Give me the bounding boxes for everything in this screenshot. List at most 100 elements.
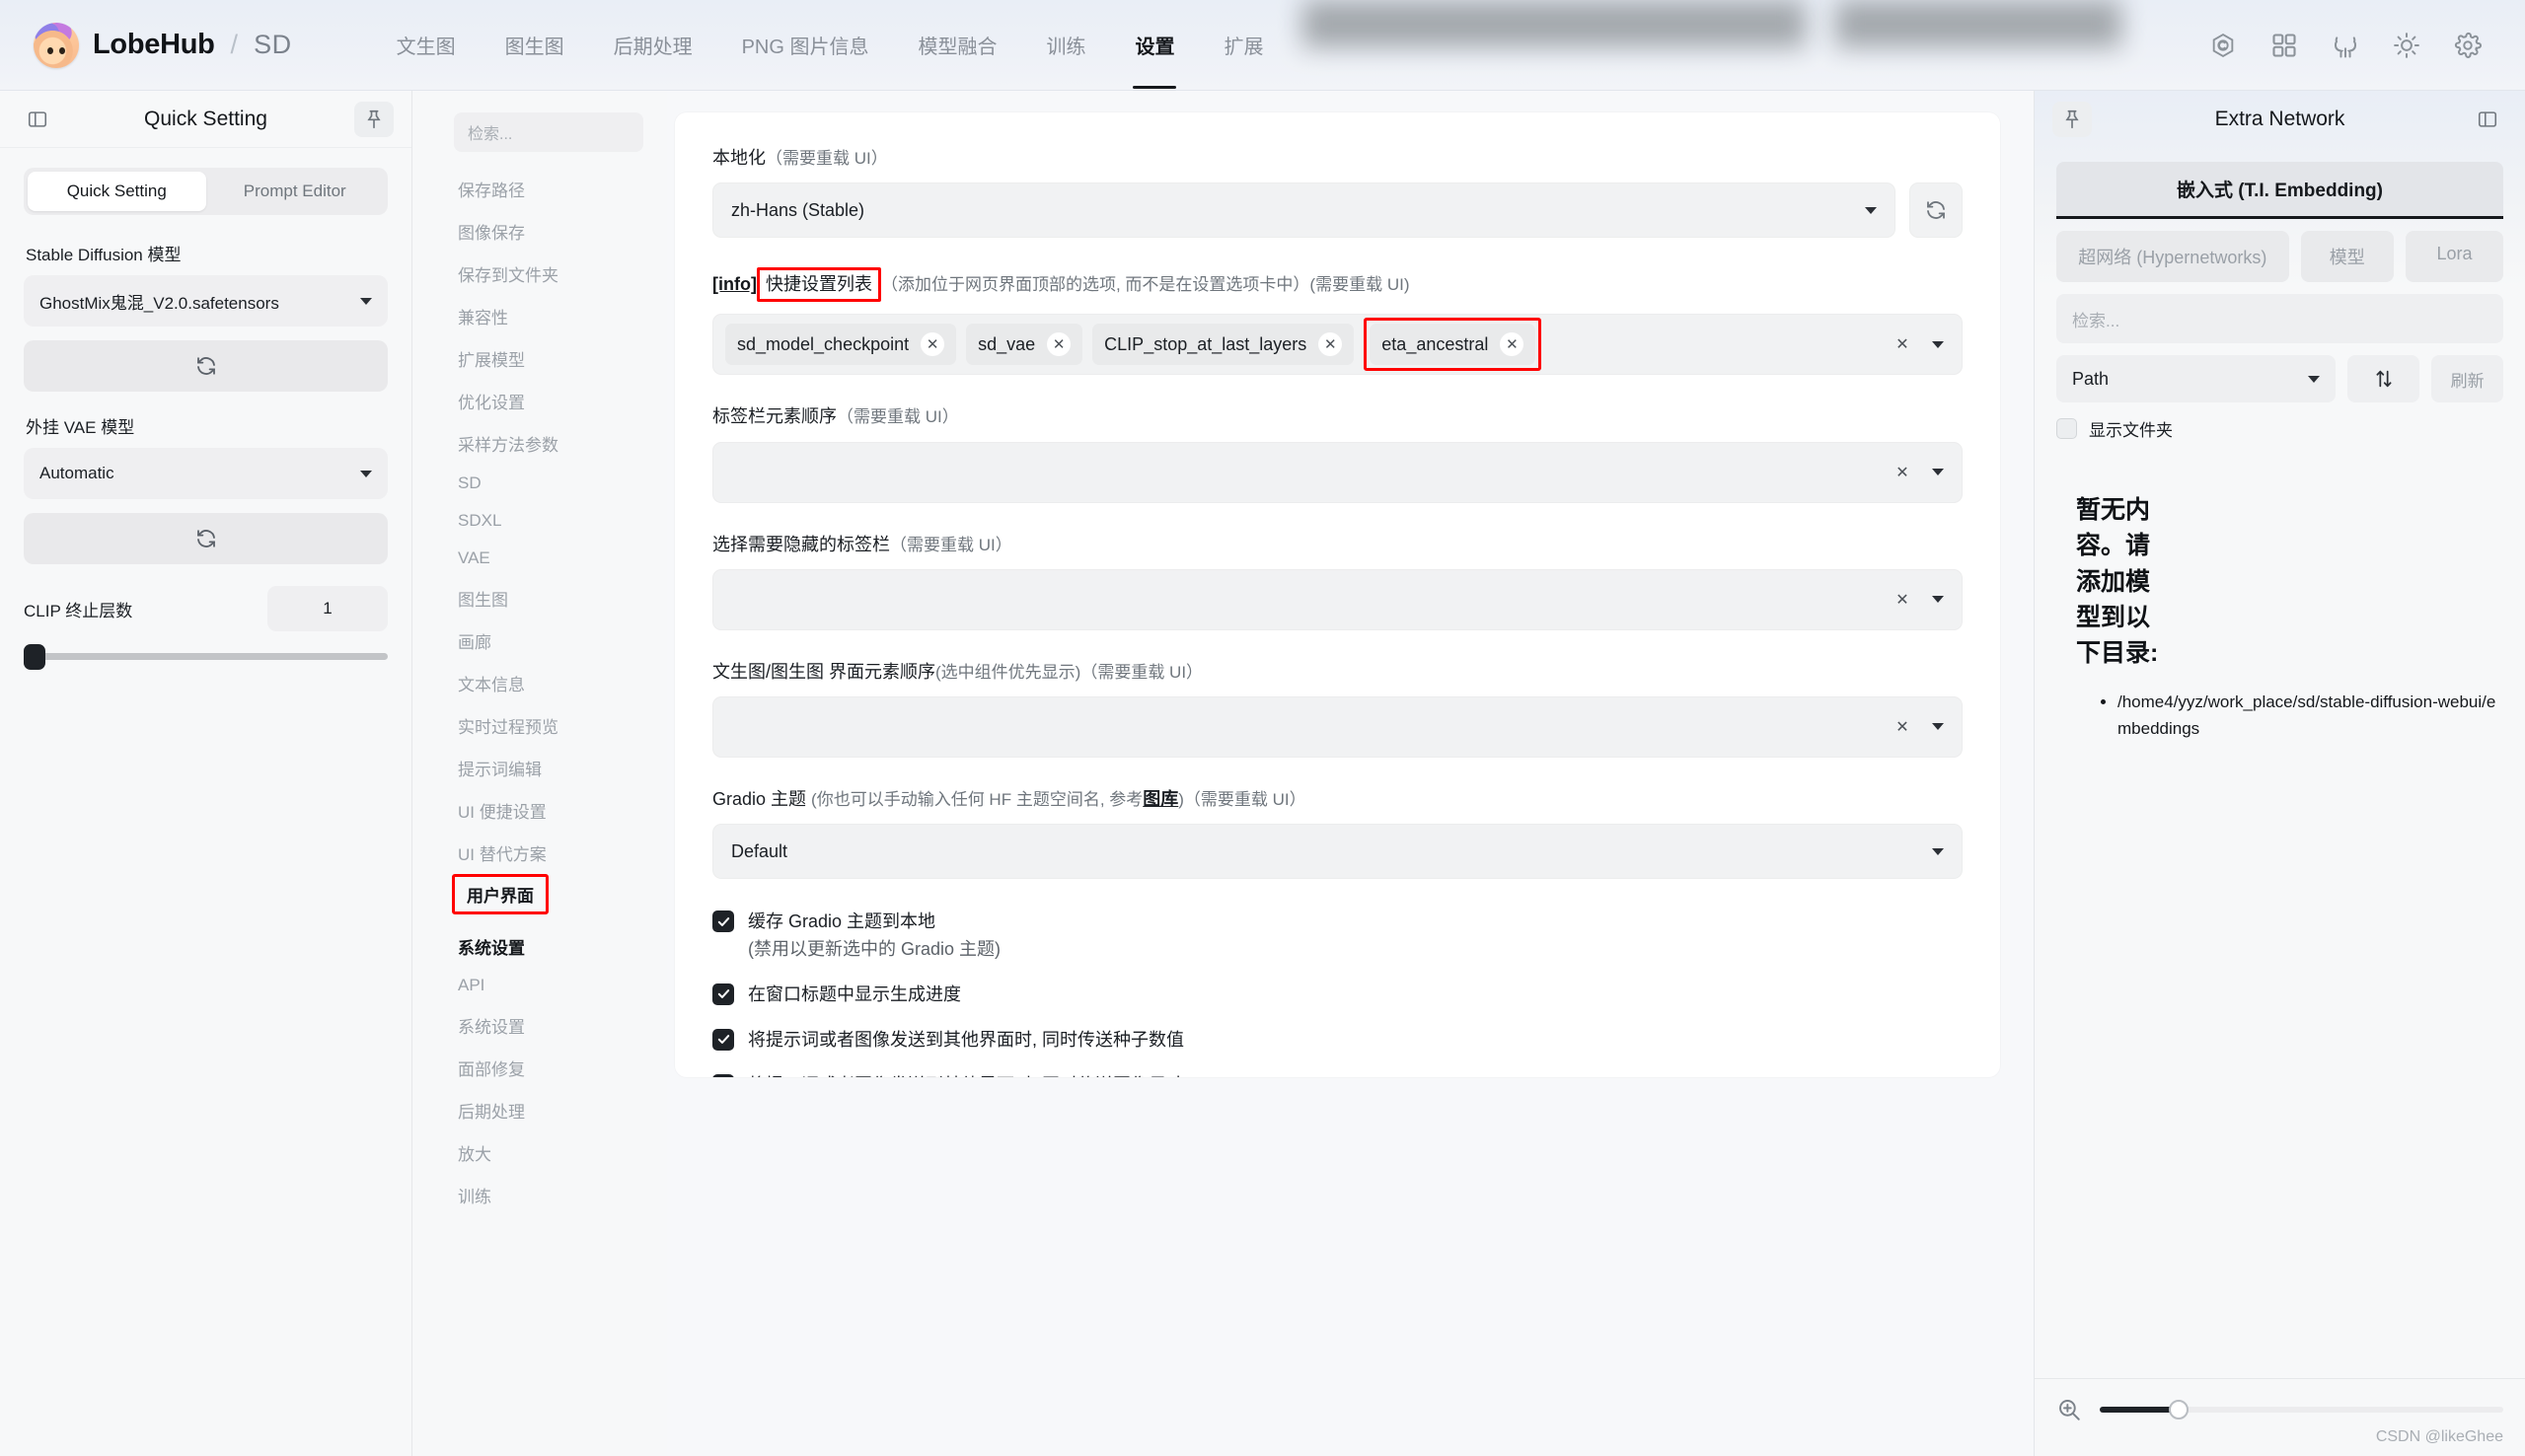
tab-order-select[interactable]: ✕ (712, 441, 1963, 503)
settings-nav-item-ui-alternatives[interactable]: UI 替代方案 (412, 832, 667, 874)
panel-toggle-icon[interactable] (18, 102, 57, 137)
quick-settings-tag-field[interactable]: sd_model_checkpoint ✕ sd_vae ✕ CLIP_stop… (712, 314, 1963, 376)
extra-network-tab-hypernetworks[interactable]: 超网络 (Hypernetworks) (2056, 231, 2289, 282)
localization-refresh-button[interactable] (1909, 182, 1963, 239)
github-icon[interactable] (2332, 32, 2359, 59)
tag-sd-vae[interactable]: sd_vae ✕ (966, 324, 1083, 366)
zoom-slider[interactable] (2100, 1400, 2503, 1420)
zoom-slider-thumb[interactable] (2168, 1400, 2189, 1420)
checkbox-checked-icon[interactable] (712, 983, 734, 1005)
settings-nav-item-upscaling[interactable]: 放大 (412, 1131, 667, 1174)
civitai-icon[interactable] (2209, 32, 2237, 59)
settings-nav-item-api[interactable]: API (412, 967, 667, 1004)
settings-nav-item-vae[interactable]: VAE (412, 540, 667, 577)
brand-name: LobeHub (93, 29, 215, 60)
checkbox-checked-icon[interactable] (712, 1028, 734, 1051)
checkbox-checked-icon[interactable] (712, 1073, 734, 1077)
tag-label: eta_ancestral (1381, 333, 1489, 354)
settings-nav-item-sampler-params[interactable]: 采样方法参数 (412, 422, 667, 465)
extra-network-sort-select[interactable]: Path (2056, 355, 2337, 402)
settings-nav-item-face-restoration[interactable]: 面部修复 (412, 1047, 667, 1089)
chevron-down-icon[interactable] (1932, 469, 1944, 476)
extra-network-tab-lora[interactable]: Lora (2405, 231, 2503, 282)
settings-nav-item-user-interface[interactable]: 用户界面 (452, 874, 549, 914)
show-folders-checkbox[interactable] (2056, 418, 2077, 439)
gear-icon[interactable] (2454, 32, 2482, 59)
settings-nav-item-live-preview[interactable]: 实时过程预览 (412, 704, 667, 747)
zoom-in-icon[interactable] (2056, 1397, 2082, 1422)
remove-tag-icon[interactable]: ✕ (921, 332, 945, 357)
pin-icon[interactable] (354, 101, 394, 137)
gradio-theme-select[interactable]: Default (712, 824, 1963, 880)
pin-icon[interactable] (2052, 102, 2092, 137)
clip-skip-slider[interactable] (24, 644, 388, 670)
clear-all-icon[interactable]: ✕ (1891, 332, 1914, 356)
clip-skip-slider-thumb[interactable] (24, 644, 45, 670)
settings-nav-item-compatibility[interactable]: 兼容性 (412, 295, 667, 337)
settings-nav-item-prompt-editing[interactable]: 提示词编辑 (412, 747, 667, 789)
chevron-down-icon[interactable] (1932, 596, 1944, 604)
nav-tab-extensions[interactable]: 扩展 (1222, 23, 1265, 67)
info-link[interactable]: [info] (712, 274, 757, 294)
checkbox-label: 将提示词或者图像发送到其他界面时, 同时传送种子数值 (748, 1029, 1184, 1050)
nav-tab-img2img[interactable]: 图生图 (503, 23, 566, 67)
nav-tab-checkpoint-merger[interactable]: 模型融合 (916, 23, 999, 67)
settings-nav-item-infotext[interactable]: 文本信息 (412, 662, 667, 704)
remove-tag-icon[interactable]: ✕ (1318, 332, 1343, 357)
localization-select[interactable]: zh-Hans (Stable) (712, 182, 1895, 239)
checkbox-row-show-progress-in-title: 在窗口标题中显示生成进度 (712, 982, 1963, 1009)
sd-model-refresh-button[interactable] (24, 340, 388, 392)
chevron-down-icon[interactable] (1932, 340, 1944, 348)
tab-quick-setting[interactable]: Quick Setting (28, 172, 206, 211)
settings-nav-item-gallery[interactable]: 画廊 (412, 619, 667, 662)
chevron-down-icon[interactable] (1932, 723, 1944, 731)
settings-nav-item-save-to-folder[interactable]: 保存到文件夹 (412, 253, 667, 295)
gradio-theme-label: Gradio 主题 (你也可以手动输入任何 HF 主题空间名, 参考图库)（需要… (712, 787, 1963, 812)
remove-tag-icon[interactable]: ✕ (1500, 332, 1524, 357)
settings-nav-item-optimizations[interactable]: 优化设置 (412, 380, 667, 422)
sort-arrows-icon[interactable] (2347, 355, 2420, 402)
vae-model-refresh-button[interactable] (24, 513, 388, 564)
extra-network-tab-checkpoints[interactable]: 模型 (2300, 231, 2394, 282)
nav-tab-png-info[interactable]: PNG 图片信息 (740, 23, 871, 67)
checkbox-label: 将提示词或者图像发送到其他界面时, 同时传送图像尺寸 (748, 1072, 1184, 1077)
tag-sd-model-checkpoint[interactable]: sd_model_checkpoint ✕ (725, 324, 957, 366)
settings-nav-item-sd[interactable]: SD (412, 465, 667, 502)
tag-eta-ancestral[interactable]: eta_ancestral ✕ (1370, 324, 1536, 366)
gradio-theme-gallery-link[interactable]: 图库 (1143, 789, 1178, 809)
extra-network-title: Extra Network (2214, 108, 2345, 130)
extra-network-search-input[interactable]: 检索... (2056, 294, 2503, 343)
panel-toggle-icon[interactable] (2468, 102, 2507, 137)
settings-nav-item-system-settings[interactable]: 系统设置 (412, 1004, 667, 1047)
vae-model-select[interactable]: Automatic (24, 448, 388, 499)
nav-tab-txt2img[interactable]: 文生图 (395, 23, 458, 67)
tag-clip-stop-at-last-layers[interactable]: CLIP_stop_at_last_layers ✕ (1092, 324, 1355, 366)
settings-nav-item-img2img[interactable]: 图生图 (412, 577, 667, 619)
settings-nav-item-image-save[interactable]: 图像保存 (412, 210, 667, 253)
clear-all-icon[interactable]: ✕ (1891, 588, 1914, 612)
extra-network-tab-embedding[interactable]: 嵌入式 (T.I. Embedding) (2056, 162, 2503, 219)
tab-prompt-editor[interactable]: Prompt Editor (206, 172, 385, 211)
settings-nav-item-training[interactable]: 训练 (412, 1174, 667, 1216)
settings-search-input[interactable]: 检索... (454, 112, 643, 152)
settings-nav-item-postprocessing[interactable]: 后期处理 (412, 1089, 667, 1131)
sd-model-select[interactable]: GhostMix鬼混_V2.0.safetensors (24, 275, 388, 327)
element-order-select[interactable]: ✕ (712, 695, 1963, 758)
settings-nav-item-save-path[interactable]: 保存路径 (412, 168, 667, 210)
clear-all-icon[interactable]: ✕ (1891, 715, 1914, 739)
checkbox-checked-icon[interactable] (712, 910, 734, 933)
settings-nav-item-sdxl[interactable]: SDXL (412, 502, 667, 540)
clip-skip-input[interactable]: 1 (267, 586, 388, 631)
sun-theme-icon[interactable] (2393, 32, 2420, 59)
extra-network-refresh-button[interactable]: 刷新 (2431, 355, 2503, 402)
clip-skip-row: CLIP 终止层数 1 (24, 586, 388, 631)
nav-tab-train[interactable]: 训练 (1044, 23, 1087, 67)
nav-tab-extras[interactable]: 后期处理 (612, 23, 695, 67)
remove-tag-icon[interactable]: ✕ (1047, 332, 1072, 357)
clear-all-icon[interactable]: ✕ (1891, 461, 1914, 484)
settings-nav-item-ui-quick-settings[interactable]: UI 便捷设置 (412, 789, 667, 832)
hidden-tabs-select[interactable]: ✕ (712, 568, 1963, 630)
apps-grid-icon[interactable] (2270, 32, 2298, 59)
settings-nav-item-extra-models[interactable]: 扩展模型 (412, 337, 667, 380)
nav-tab-settings[interactable]: 设置 (1133, 23, 1177, 89)
